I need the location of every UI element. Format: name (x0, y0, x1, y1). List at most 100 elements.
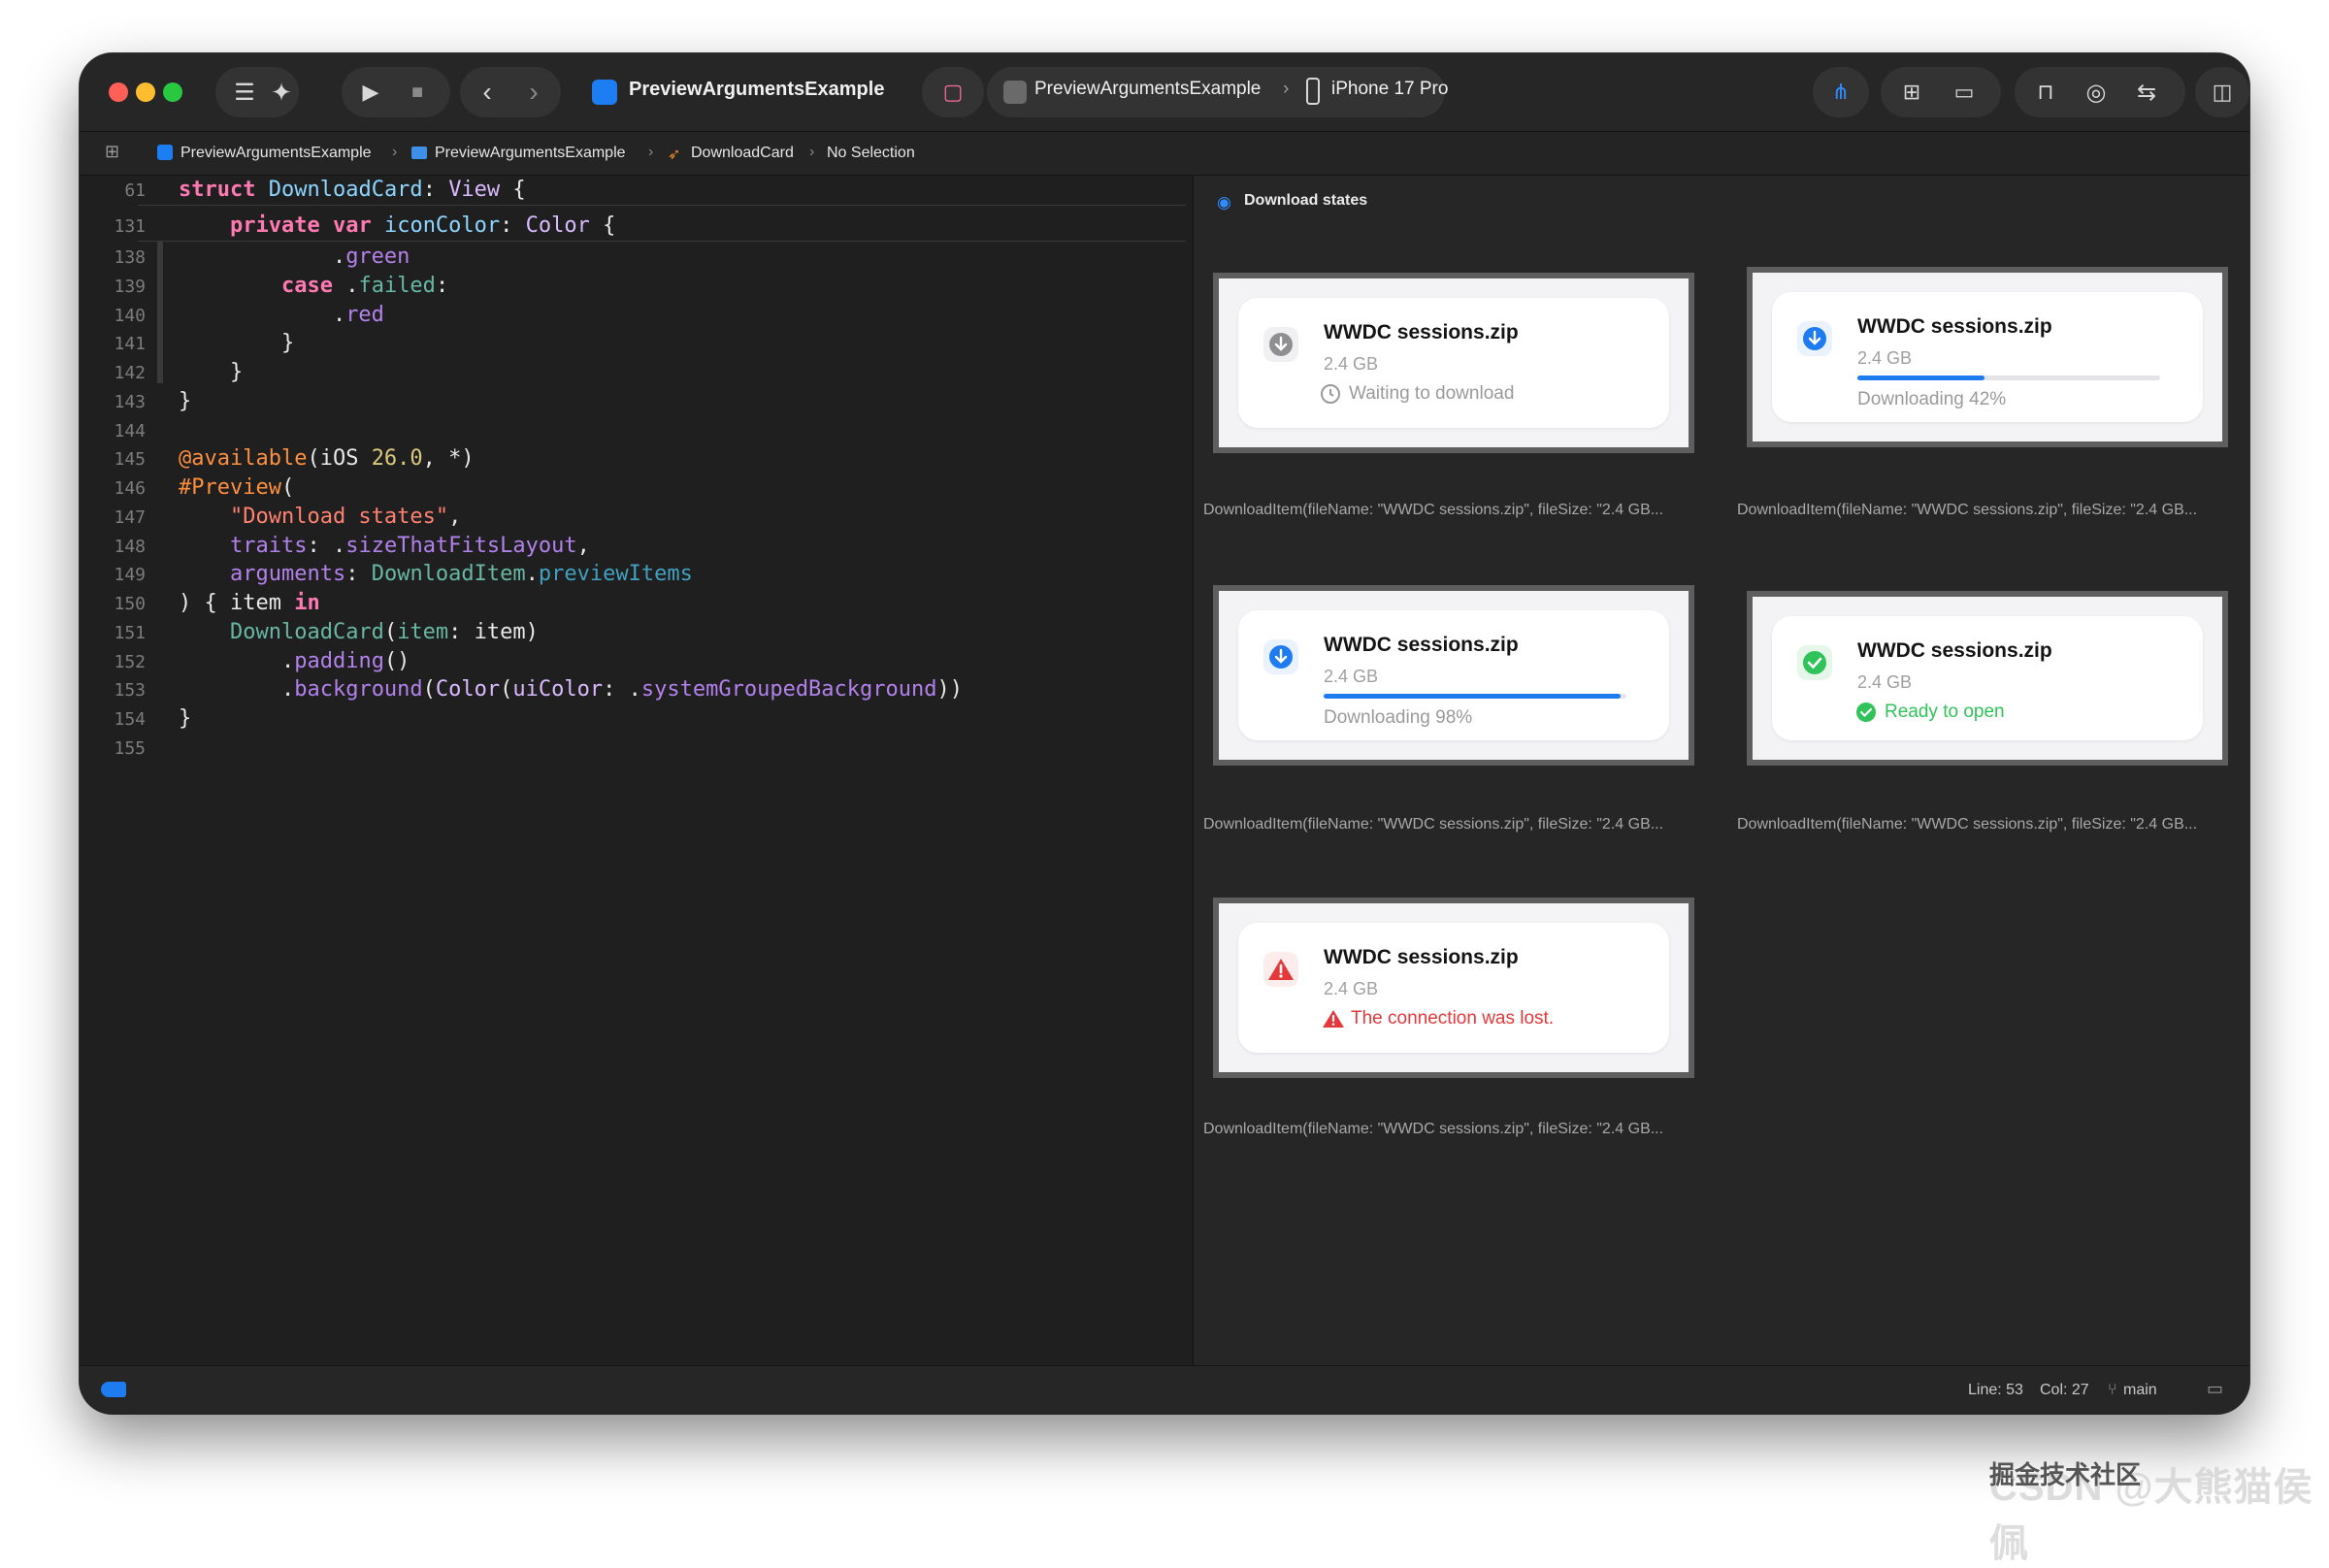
preview-variant-tile[interactable]: WWDC sessions.zip 2.4 GB Downloading 98% (1213, 585, 1694, 766)
back-icon[interactable]: ‹ (466, 71, 508, 114)
preview-variant-tile[interactable]: WWDC sessions.zip 2.4 GB Ready to open (1747, 591, 2228, 766)
preview-variant-tile[interactable]: WWDC sessions.zip 2.4 GB Waiting to down… (1213, 273, 1694, 453)
code-text: struct DownloadCard: View { (179, 178, 526, 202)
project-file-icon (157, 145, 173, 160)
inspector-toggle-icon[interactable]: ◫ (2201, 71, 2244, 114)
device-name[interactable]: iPhone 17 Pro (1331, 79, 1448, 100)
minimize-window-button[interactable] (136, 82, 155, 102)
status-text: Downloading 98% (1324, 707, 1473, 728)
line-number: 142 (114, 363, 146, 383)
argument-caption: DownloadItem(fileName: "WWDC sessions.zi… (1737, 816, 2198, 833)
line-number: 155 (114, 738, 146, 759)
line-number: 152 (114, 652, 146, 672)
project-icon (592, 80, 617, 105)
code-line: 146 #Preview( (80, 474, 1192, 503)
code-text: #Preview( (179, 475, 295, 500)
code-text: .background(Color(uiColor: .systemGroupe… (179, 677, 964, 702)
warning-icon (1322, 1008, 1345, 1031)
line-number: 154 (114, 709, 146, 730)
code-text: @available(iOS 26.0, *) (179, 446, 475, 471)
code-text: } (179, 331, 295, 355)
breadcrumb-project[interactable]: PreviewArgumentsExample (180, 145, 372, 162)
branch-icon: ⑂ (2108, 1382, 2117, 1398)
toolbar: ☰ ✦ ▶ ■ ‹ › PreviewArgumentsExample ▢ Pr… (80, 53, 2249, 132)
overlap-circles-icon[interactable]: ◎ (2075, 71, 2117, 114)
code-line: 147 "Download states", (80, 503, 1192, 532)
warning-triangle-icon (1263, 952, 1298, 987)
code-text: arguments: DownloadItem.previewItems (229, 562, 693, 586)
code-line: 154 } (80, 704, 1192, 734)
download-arrow-icon (1263, 639, 1298, 674)
swap-arrows-icon[interactable]: ⇆ (2125, 71, 2168, 114)
branch-name[interactable]: main (2123, 1382, 2157, 1399)
zoom-window-button[interactable] (163, 82, 182, 102)
line-number: 131 (114, 216, 146, 237)
code-line: 150 ) { item in (80, 589, 1192, 618)
line-indicator: Line: 53 (1968, 1382, 2023, 1398)
file-size: 2.4 GB (1324, 354, 1379, 374)
chat-bubble-icon[interactable]: ▢ (932, 71, 974, 114)
iphone-icon (1306, 78, 1320, 105)
preview-variant-tile[interactable]: WWDC sessions.zip 2.4 GB The connection … (1213, 898, 1694, 1078)
project-title: PreviewArgumentsExample (629, 79, 885, 100)
file-name: WWDC sessions.zip (1324, 946, 1519, 968)
code-editor[interactable]: 61 struct DownloadCard: View { 131 priva… (80, 176, 1192, 1365)
line-number: 144 (114, 421, 146, 441)
grid-icon[interactable]: ⊞ (105, 142, 119, 162)
code-line: 143 } (80, 387, 1192, 416)
file-name: WWDC sessions.zip (1324, 321, 1519, 343)
column-indicator: Col: 27 (2040, 1382, 2089, 1398)
canvas-icon[interactable]: ⊓ (2024, 71, 2067, 114)
code-text: .green (179, 245, 410, 269)
code-line: 151 DownloadCard(item: item) (80, 618, 1192, 647)
file-name: WWDC sessions.zip (1324, 634, 1519, 656)
debug-area-toggle[interactable] (101, 1382, 126, 1397)
jump-bar: ⊞ PreviewArgumentsExample › PreviewArgum… (80, 132, 2249, 176)
code-text: ) { item in (179, 591, 320, 615)
code-text: DownloadCard(item: item) (229, 620, 539, 644)
progress-bar (1857, 376, 2160, 380)
eye-icon: ◉ (1217, 193, 1231, 212)
file-name: WWDC sessions.zip (1857, 639, 2052, 662)
close-window-button[interactable] (109, 82, 128, 102)
code-text: } (179, 389, 192, 413)
breadcrumb-file[interactable]: DownloadCard (691, 145, 794, 162)
code-line: 155 (80, 734, 1192, 763)
code-text: } (179, 360, 244, 384)
panel-toggle-icon[interactable]: ▭ (2207, 1379, 2223, 1399)
checkmark-icon (1797, 645, 1832, 680)
line-number: 143 (114, 392, 146, 412)
sticky-header-divider (138, 205, 1186, 206)
source-control-graph-icon[interactable]: ⋔ (1820, 71, 1862, 114)
preview-title[interactable]: Download states (1244, 192, 1367, 210)
status-text: The connection was lost. (1351, 1008, 1555, 1029)
library-icon[interactable]: ⊞ (1890, 71, 1933, 114)
code-line: 152 .padding() (80, 647, 1192, 676)
file-size: 2.4 GB (1857, 672, 1913, 692)
run-button[interactable]: ▶ (349, 71, 392, 114)
code-line: 141 } (80, 329, 1192, 358)
file-size: 2.4 GB (1324, 667, 1379, 686)
download-arrow-icon (1263, 327, 1298, 362)
line-number: 153 (114, 680, 146, 701)
sparkle-icon[interactable]: ✦ (260, 71, 303, 114)
chevron-right-icon: › (648, 144, 654, 160)
progress-fill (1857, 376, 1985, 380)
forward-icon[interactable]: › (512, 71, 555, 114)
line-number: 140 (114, 306, 146, 326)
breadcrumb-folder[interactable]: PreviewArgumentsExample (435, 145, 626, 162)
chevron-right-icon: › (1283, 79, 1290, 99)
code-line: 138 .green (80, 243, 1192, 272)
code-text: .red (179, 303, 384, 327)
line-number: 149 (114, 565, 146, 585)
breadcrumb-selection[interactable]: No Selection (827, 145, 915, 162)
preview-canvas[interactable]: ◉ Download states WWDC sessions.zip 2.4 … (1193, 176, 2249, 1400)
status-text: Ready to open (1885, 702, 2005, 722)
code-line: 149 arguments: DownloadItem.previewItems (80, 560, 1192, 589)
device-preview-icon[interactable]: ▭ (1943, 71, 1985, 114)
preview-variant-tile[interactable]: WWDC sessions.zip 2.4 GB Downloading 42% (1747, 267, 2228, 447)
watermark-overlay: 掘金技术社区 (1989, 1460, 2142, 1489)
stop-button[interactable]: ■ (396, 71, 439, 114)
status-bar: Line: 53 Col: 27 ⑂ main ▭ (80, 1365, 2249, 1414)
scheme-name[interactable]: PreviewArgumentsExample (1034, 79, 1261, 100)
